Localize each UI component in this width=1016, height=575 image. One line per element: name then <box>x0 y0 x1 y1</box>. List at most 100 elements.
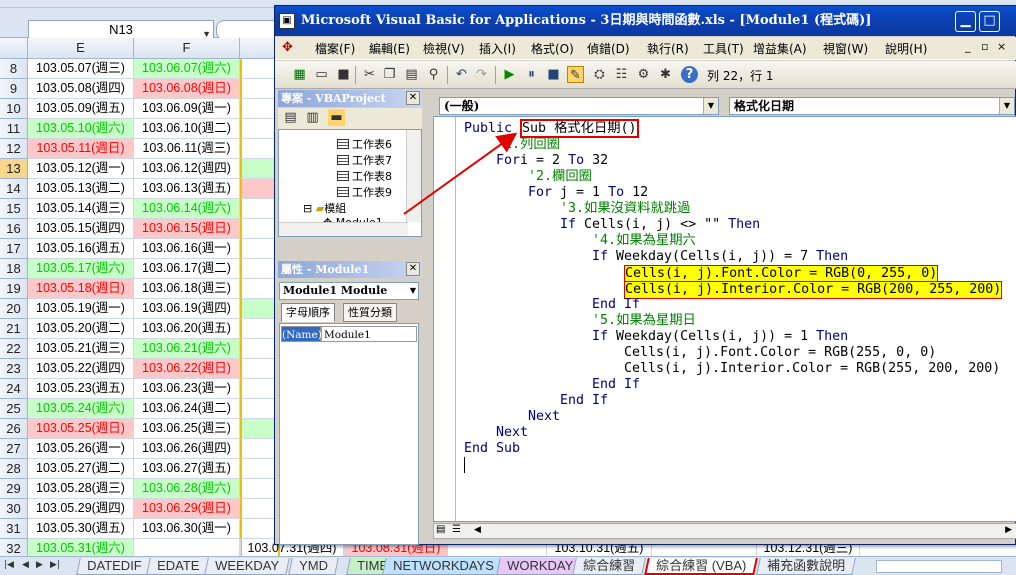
row-header[interactable]: 30 <box>0 499 28 519</box>
procedure-select[interactable]: 格式化日期 ▼ <box>729 97 1015 115</box>
cell-f[interactable]: 103.06.10(週二) <box>134 119 240 139</box>
cell-e[interactable]: 103.05.26(週一) <box>28 439 134 459</box>
close-icon[interactable]: ✕ <box>406 262 420 276</box>
sheet-tab[interactable]: WEEKDAY <box>204 558 290 575</box>
chevron-down-icon[interactable]: ▼ <box>999 98 1014 114</box>
sheet-tab[interactable]: DATEDIF <box>76 558 153 575</box>
reset-icon[interactable]: ■ <box>545 66 562 83</box>
copy-icon[interactable]: ❐ <box>381 66 398 83</box>
paste-icon[interactable]: ▤ <box>403 66 420 83</box>
row-header[interactable]: 11 <box>0 119 28 139</box>
menu-item[interactable]: 工具(T) <box>703 40 744 57</box>
project-tree-vscroll[interactable] <box>406 130 421 222</box>
undo-icon[interactable]: ↶ <box>453 66 470 83</box>
menu-item[interactable]: 插入(I) <box>479 40 516 57</box>
cell-f[interactable]: 103.06.28(週六) <box>134 479 240 499</box>
menu-item[interactable]: 偵錯(D) <box>587 40 630 57</box>
row-header[interactable]: 26 <box>0 419 28 439</box>
cell-e[interactable]: 103.05.28(週三) <box>28 479 134 499</box>
cell-f[interactable]: 103.06.27(週五) <box>134 459 240 479</box>
cell-f[interactable]: 103.06.19(週四) <box>134 299 240 319</box>
row-header[interactable]: 20 <box>0 299 28 319</box>
menu-item[interactable]: 執行(R) <box>647 40 689 57</box>
cell-f[interactable]: 103.06.26(週四) <box>134 439 240 459</box>
tree-item-sheet9[interactable]: 工作表9 <box>337 184 392 200</box>
mdi-restore-icon[interactable]: ▫ <box>981 40 988 53</box>
object-browser-icon[interactable]: ⚙ <box>635 66 652 83</box>
save-icon[interactable]: ■ <box>335 66 352 83</box>
row-header[interactable]: 24 <box>0 379 28 399</box>
row-header[interactable]: 16 <box>0 219 28 239</box>
cell-f[interactable]: 103.06.13(週五) <box>134 179 240 199</box>
menu-item[interactable]: 編輯(E) <box>369 40 410 57</box>
cell-e[interactable]: 103.05.11(週日) <box>28 139 134 159</box>
cell-e[interactable]: 103.05.07(週三) <box>28 59 134 79</box>
close-icon[interactable]: ✕ <box>406 91 420 105</box>
cell-f[interactable]: 103.06.07(週六) <box>134 59 240 79</box>
cell-f[interactable]: 103.06.18(週三) <box>134 279 240 299</box>
cell-e[interactable]: 103.05.08(週四) <box>28 79 134 99</box>
menu-item[interactable]: 檢視(V) <box>423 40 465 57</box>
toggle-folders-icon[interactable]: ▬ <box>328 109 345 126</box>
cell-e[interactable]: 103.05.12(週一) <box>28 159 134 179</box>
minimize-icon[interactable]: ▁ <box>955 11 976 32</box>
sheet-tab[interactable]: EDATE <box>146 558 211 575</box>
menu-item[interactable]: 說明(H) <box>885 40 927 57</box>
code-margin[interactable] <box>434 117 456 521</box>
row-header[interactable]: 10 <box>0 99 28 119</box>
cell-e[interactable]: 103.05.15(週四) <box>28 219 134 239</box>
cell-f[interactable]: 103.06.20(週五) <box>134 319 240 339</box>
code-editor[interactable]: Public Sub 格式化日期() '1.列回圈 Fori = 2 To 32'2… <box>433 116 1016 522</box>
first-sheet-icon[interactable]: |◀ <box>4 560 14 570</box>
menu-item[interactable]: 視窗(W) <box>823 40 868 57</box>
toolbox-icon[interactable]: ✱ <box>657 66 674 83</box>
break-icon[interactable]: ⏸ <box>523 66 540 83</box>
object-select[interactable]: (一般) ▼ <box>439 97 719 115</box>
properties-grid[interactable]: (Name) Module1 <box>279 323 419 545</box>
row-header[interactable]: 29 <box>0 479 28 499</box>
row-header[interactable]: 9 <box>0 79 28 99</box>
project-tree-hscroll[interactable] <box>279 222 408 236</box>
tab-alphabetic[interactable]: 字母順序 <box>281 303 335 322</box>
cell-f[interactable]: 103.06.11(週三) <box>134 139 240 159</box>
view-object-icon[interactable]: ▥ <box>304 109 321 126</box>
cell-f[interactable]: 103.06.30(週一) <box>134 519 240 539</box>
formula-input[interactable] <box>216 20 280 40</box>
properties-window-icon[interactable]: ☷ <box>613 66 630 83</box>
view-code-icon[interactable]: ▤ <box>282 109 299 126</box>
property-name-value[interactable]: Module1 <box>321 326 417 342</box>
sheet-tab[interactable]: 補充函數說明 <box>756 558 856 575</box>
cell-e[interactable]: 103.05.30(週五) <box>28 519 134 539</box>
chevron-down-icon[interactable]: ▼ <box>410 283 416 299</box>
cell-e[interactable]: 103.05.25(週日) <box>28 419 134 439</box>
row-header[interactable]: 14 <box>0 179 28 199</box>
row-header[interactable]: 15 <box>0 199 28 219</box>
mdi-close-icon[interactable]: × <box>997 40 1006 53</box>
sheet-tab[interactable]: 綜合練習 (VBA) <box>644 558 759 575</box>
sheet-tab[interactable]: NETWORKDAYS <box>382 558 505 575</box>
design-mode-icon[interactable]: ✎ <box>567 66 584 83</box>
tree-item-sheet7[interactable]: 工作表7 <box>337 152 392 168</box>
help-icon[interactable]: ? <box>681 66 698 83</box>
cut-icon[interactable]: ✂ <box>361 66 378 83</box>
code-hscroll[interactable]: ▤ ☰ ◀ ▶ <box>433 523 1016 539</box>
sheet-hscroll[interactable] <box>876 560 1002 573</box>
cell-f[interactable]: 103.06.24(週二) <box>134 399 240 419</box>
row-header[interactable]: 8 <box>0 59 28 79</box>
cell-e[interactable]: 103.05.10(週六) <box>28 119 134 139</box>
row-header[interactable]: 28 <box>0 459 28 479</box>
scroll-right-icon[interactable]: ▶ <box>1005 525 1012 535</box>
row-header[interactable]: 17 <box>0 239 28 259</box>
sheet-tab[interactable]: 綜合練習 <box>572 558 646 575</box>
cell-e[interactable]: 103.05.20(週二) <box>28 319 134 339</box>
tab-categorized[interactable]: 性質分類 <box>343 303 397 322</box>
project-explorer-icon[interactable]: ⛭ <box>591 66 608 83</box>
cell-f[interactable]: 103.06.25(週三) <box>134 419 240 439</box>
select-all-corner[interactable] <box>0 38 28 59</box>
view-excel-icon[interactable]: ▦ <box>291 66 308 83</box>
cell-f[interactable]: 103.06.09(週一) <box>134 99 240 119</box>
vba-menu-icon[interactable]: ✥ <box>279 39 296 56</box>
run-icon[interactable]: ▶ <box>501 66 518 83</box>
column-header-f[interactable]: F <box>134 38 240 59</box>
cell-f[interactable]: 103.06.22(週日) <box>134 359 240 379</box>
